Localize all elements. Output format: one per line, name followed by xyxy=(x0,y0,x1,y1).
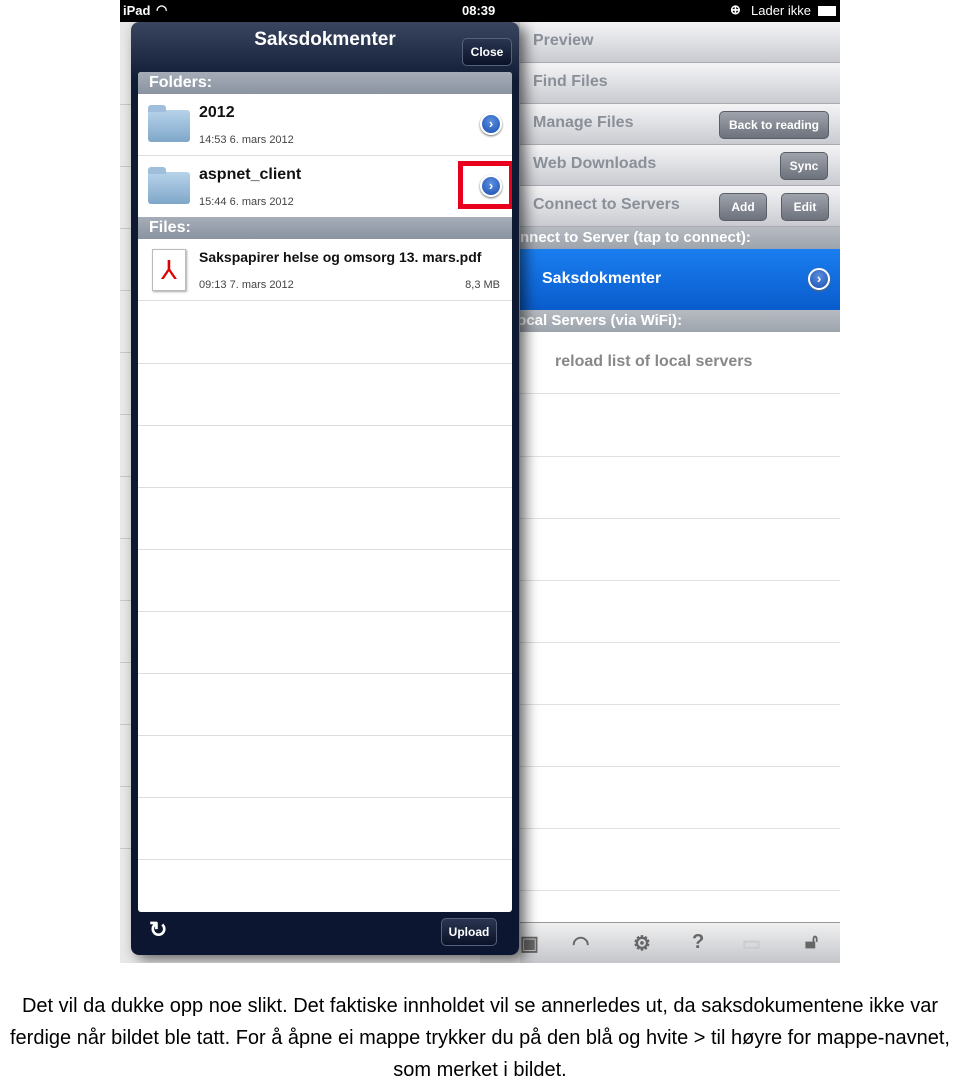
gear-icon[interactable]: ⚙ xyxy=(633,931,651,956)
folder-row[interactable]: aspnet_client 15:44 6. mars 2012 › xyxy=(138,156,512,218)
section-local-header: Local Servers (via WiFi): xyxy=(520,310,840,332)
add-button[interactable]: Add xyxy=(719,193,767,221)
folder-date: 14:53 6. mars 2012 xyxy=(199,134,294,146)
folder-icon xyxy=(148,167,190,204)
clock: 08:39 xyxy=(462,3,496,18)
menu-connect-to-servers[interactable]: Connect to Servers Add Edit xyxy=(520,186,840,227)
menu-find-files[interactable]: Find Files xyxy=(520,63,840,104)
menu-label: Preview xyxy=(533,32,594,49)
file-date: 09:13 7. mars 2012 xyxy=(199,279,294,291)
reload-label: reload list of local servers xyxy=(555,353,753,370)
wifi-icon[interactable]: ◠ xyxy=(572,931,589,956)
caption-text: Det vil da dukke opp noe slikt. Det fakt… xyxy=(10,995,950,1081)
wifi-icon: ◠ xyxy=(156,2,168,17)
edit-button[interactable]: Edit xyxy=(781,193,829,221)
battery-icon xyxy=(818,6,836,16)
pdf-icon: ⅄ xyxy=(152,249,186,291)
charging-status: Lader ikke xyxy=(751,3,811,18)
status-bar: iPad ◠ 08:39 ⊕ Lader ikke xyxy=(120,0,840,22)
server-row-saksdokmenter[interactable]: Saksdokmenter › xyxy=(520,249,840,310)
server-name: Saksdokmenter xyxy=(542,270,662,287)
lock-rotation-icon: ⊕ xyxy=(730,2,741,17)
menu-label: Web Downloads xyxy=(533,155,657,172)
camera-icon[interactable]: ▣ xyxy=(520,931,539,956)
reload-local-servers[interactable]: reload list of local servers xyxy=(520,332,840,394)
sync-button[interactable]: Sync xyxy=(780,152,828,180)
section-connect-header: Connect to Server (tap to connect): xyxy=(520,227,840,249)
menu-label: Find Files xyxy=(533,73,608,90)
disclosure-icon[interactable]: › xyxy=(808,268,830,290)
folder-date: 15:44 6. mars 2012 xyxy=(199,196,294,208)
file-row[interactable]: ⅄ Sakspapirer helse og omsorg 13. mars.p… xyxy=(138,239,512,301)
refresh-icon[interactable]: ↻ xyxy=(149,917,167,943)
menu-manage-files[interactable]: Manage Files Back to reading xyxy=(520,104,840,145)
folder-name: 2012 xyxy=(199,104,235,121)
help-icon[interactable]: ? xyxy=(692,931,704,954)
file-size: 8,3 MB xyxy=(465,279,500,291)
file-list: Folders: 2012 14:53 6. mars 2012 › aspne… xyxy=(138,72,512,912)
bottom-toolbar: ▣ ◠ ⚙ ? ▭ 🔓︎ xyxy=(520,922,840,963)
menu-web-downloads[interactable]: Web Downloads Sync xyxy=(520,145,840,186)
disclosure-icon[interactable]: › xyxy=(480,113,502,135)
popover-title: Saksdokmenter xyxy=(254,29,396,50)
folders-header: Folders: xyxy=(138,72,512,94)
device-label: iPad xyxy=(123,3,151,18)
files-header: Files: xyxy=(138,217,512,239)
highlight-marker xyxy=(458,161,512,209)
file-name: Sakspapirer helse og omsorg 13. mars.pdf xyxy=(199,249,482,265)
menu-preview[interactable]: Preview xyxy=(520,22,840,63)
folder-name: aspnet_client xyxy=(199,166,302,183)
folder-row[interactable]: 2012 14:53 6. mars 2012 › xyxy=(138,94,512,156)
close-button[interactable]: Close xyxy=(462,38,512,66)
folder-icon xyxy=(148,105,190,142)
main-menu: Preview Find Files Manage Files Back to … xyxy=(520,22,840,963)
back-to-reading-button[interactable]: Back to reading xyxy=(719,111,829,139)
ipad-screen: iPad ◠ 08:39 ⊕ Lader ikke Preview Find F… xyxy=(120,0,840,963)
menu-label: Manage Files xyxy=(533,114,634,131)
unlock-icon[interactable]: 🔓︎ xyxy=(805,931,818,954)
menu-label: Connect to Servers xyxy=(533,196,680,213)
monitor-icon[interactable]: ▭ xyxy=(742,931,761,956)
upload-button[interactable]: Upload xyxy=(441,918,497,946)
popover-saksdokmenter: Saksdokmenter Close Folders: 2012 14:53 … xyxy=(131,22,519,955)
